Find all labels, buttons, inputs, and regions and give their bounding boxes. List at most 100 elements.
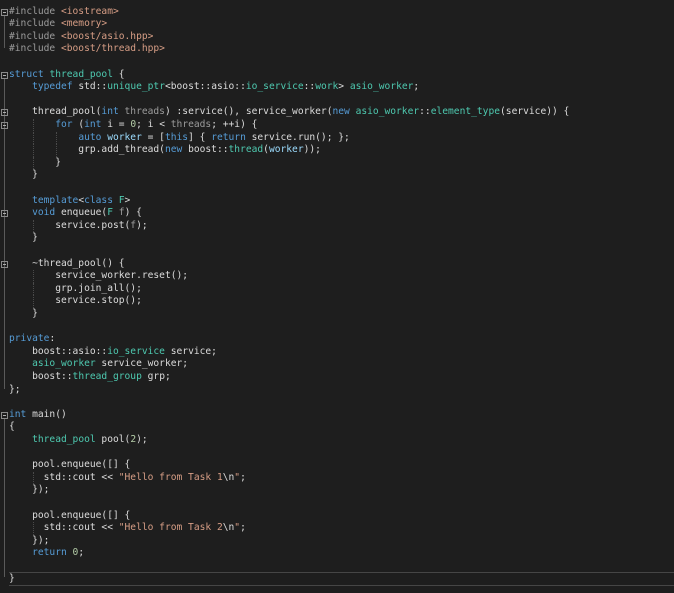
code-token: threads <box>170 118 212 130</box>
code-line[interactable]: boost::thread_group grp; <box>0 371 674 384</box>
code-line[interactable]: grp.add_thread(new boost::thread(worker)… <box>0 144 674 157</box>
collapse-minus-icon[interactable] <box>1 8 8 16</box>
collapse-minus-icon[interactable] <box>1 121 8 129</box>
code-token: pool.enqueue([] { <box>9 509 131 521</box>
code-token: enqueue( <box>61 207 108 219</box>
code-token: return <box>32 547 73 559</box>
collapse-minus-icon[interactable] <box>1 109 8 117</box>
code-text: template<class F> <box>9 195 130 208</box>
gutter <box>0 94 9 107</box>
code-text: pool.enqueue([] { <box>9 510 130 523</box>
gutter <box>0 522 9 535</box>
code-token: new <box>164 144 189 156</box>
gutter <box>0 560 9 573</box>
code-line[interactable] <box>0 56 674 69</box>
code-line[interactable] <box>0 182 674 195</box>
code-line[interactable]: typedef std::unique_ptr<boost::asio::io_… <box>0 81 674 94</box>
code-token: asio_worker <box>32 358 102 370</box>
code-text: { <box>9 421 15 434</box>
code-token: pool.enqueue([] { <box>9 459 131 471</box>
gutter <box>0 6 9 19</box>
gutter <box>0 144 9 157</box>
code-line[interactable]: ~thread_pool() { <box>0 258 674 271</box>
code-line[interactable]: }); <box>0 535 674 548</box>
code-line[interactable]: #include <boost/thread.hpp> <box>0 43 674 56</box>
code-line[interactable]: #include <memory> <box>0 18 674 31</box>
code-text: int main() <box>9 409 67 422</box>
collapse-minus-icon[interactable] <box>1 260 8 268</box>
code-line[interactable]: } <box>0 157 674 170</box>
code-line[interactable]: #include <iostream> <box>0 6 674 19</box>
code-line[interactable]: } <box>0 308 674 321</box>
code-editor[interactable]: #include <iostream> #include <memory> #inc… <box>0 0 674 593</box>
code-line[interactable]: boost::asio::io_service service; <box>0 346 674 359</box>
code-line[interactable]: auto worker = [this] { return service.ru… <box>0 132 674 145</box>
code-line[interactable]: service_worker.reset(); <box>0 270 674 283</box>
code-line[interactable]: std::cout << "Hello from Task 2\n"; <box>0 522 674 535</box>
code-line[interactable]: { <box>0 421 674 434</box>
code-token: <boost/thread.hpp> <box>60 43 165 55</box>
code-line[interactable]: } <box>0 169 674 182</box>
gutter <box>0 447 9 460</box>
code-line[interactable] <box>0 94 674 107</box>
code-token: this <box>164 131 189 143</box>
code-token: ] { <box>188 131 212 143</box>
code-token: io_service <box>245 81 304 93</box>
gutter <box>0 547 9 560</box>
code-token: ; ++i) { <box>211 118 258 130</box>
code-line[interactable]: grp.join_all(); <box>0 283 674 296</box>
code-line[interactable]: void enqueue(F f) { <box>0 207 674 220</box>
code-token: } <box>9 307 38 319</box>
code-token: #include <box>9 43 61 55</box>
code-line[interactable] <box>0 447 674 460</box>
code-token: asio_worker <box>349 81 414 93</box>
code-token: service.stop(); <box>9 295 142 307</box>
code-line[interactable]: thread_pool(int threads) :service(), ser… <box>0 106 674 119</box>
code-line[interactable]: }); <box>0 484 674 497</box>
code-line[interactable]: std::cout << "Hello from Task 1\n"; <box>0 472 674 485</box>
gutter <box>0 169 9 182</box>
code-line[interactable] <box>0 560 674 573</box>
code-token: struct <box>9 68 50 80</box>
code-token: boost::asio:: <box>9 345 108 357</box>
code-text: private: <box>9 333 55 346</box>
code-line[interactable]: #include <boost/asio.hpp> <box>0 31 674 44</box>
code-text: }); <box>9 484 49 497</box>
code-text: service.post(f); <box>9 220 147 233</box>
code-line[interactable]: int main() <box>0 409 674 422</box>
code-line[interactable]: } <box>0 573 674 586</box>
code-line[interactable]: pool.enqueue([] { <box>0 510 674 523</box>
code-token: <boost/asio.hpp> <box>60 30 154 42</box>
code-line[interactable] <box>0 396 674 409</box>
code-line[interactable]: }; <box>0 384 674 397</box>
code-line[interactable]: return 0; <box>0 547 674 560</box>
code-line[interactable]: service.post(f); <box>0 220 674 233</box>
indent-guide <box>33 156 35 170</box>
code-line[interactable]: private: <box>0 333 674 346</box>
code-line[interactable] <box>0 321 674 334</box>
code-line[interactable]: struct thread_pool { <box>0 69 674 82</box>
code-line[interactable]: service.stop(); <box>0 295 674 308</box>
code-token: int <box>9 408 33 420</box>
code-text: std::cout << "Hello from Task 2\n"; <box>9 522 246 535</box>
code-line[interactable]: } <box>0 232 674 245</box>
collapse-minus-icon[interactable] <box>1 411 8 419</box>
code-token: \n <box>222 522 235 534</box>
gutter <box>0 258 9 271</box>
code-line[interactable] <box>0 245 674 258</box>
code-line[interactable]: asio_worker service_worker; <box>0 358 674 371</box>
code-text: #include <boost/thread.hpp> <box>9 43 165 56</box>
code-line[interactable]: thread_pool pool(2); <box>0 434 674 447</box>
code-line[interactable]: template<class F> <box>0 195 674 208</box>
indent-guide <box>33 131 35 145</box>
code-line[interactable]: for (int i = 0; i < threads; ++i) { <box>0 119 674 132</box>
code-line[interactable]: pool.enqueue([] { <box>0 459 674 472</box>
gutter <box>0 472 9 485</box>
code-text: boost::asio::io_service service; <box>9 346 217 359</box>
code-token: ; <box>240 471 246 483</box>
collapse-minus-icon[interactable] <box>1 71 8 79</box>
indent-guide <box>33 144 35 157</box>
code-line[interactable] <box>0 497 674 510</box>
collapse-minus-icon[interactable] <box>1 210 8 218</box>
